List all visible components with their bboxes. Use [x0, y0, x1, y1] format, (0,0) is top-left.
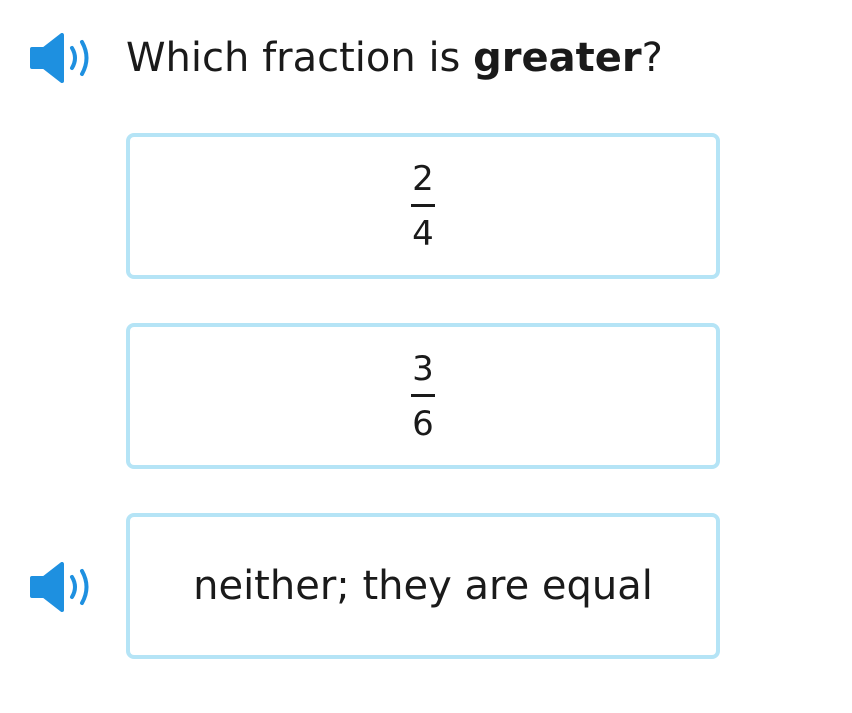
question-text: Which fraction is greater? — [126, 30, 663, 86]
fraction: 2 4 — [411, 160, 435, 253]
answer-choice-3[interactable]: neither; they are equal — [126, 513, 720, 659]
answer-choice-text: neither; they are equal — [193, 563, 653, 609]
answer-choice-1[interactable]: 2 4 — [126, 133, 720, 279]
fraction-denominator: 4 — [412, 213, 434, 254]
speaker-icon[interactable] — [28, 562, 98, 612]
fraction-numerator: 2 — [412, 158, 434, 199]
question-prefix: Which fraction is — [126, 35, 474, 81]
fraction: 3 6 — [411, 350, 435, 443]
question-suffix: ? — [641, 35, 663, 81]
question-emphasis: greater — [473, 35, 642, 81]
answer-choice-2[interactable]: 3 6 — [126, 323, 720, 469]
fraction-numerator: 3 — [412, 348, 434, 389]
speaker-icon[interactable] — [28, 33, 98, 83]
fraction-denominator: 6 — [412, 403, 434, 444]
